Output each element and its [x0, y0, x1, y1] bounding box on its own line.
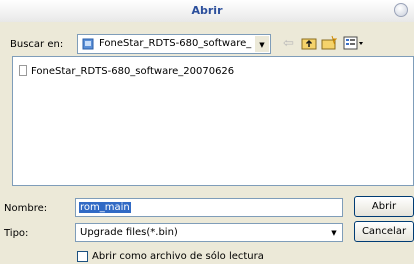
folder-icon — [19, 65, 27, 76]
title-bar[interactable]: Abrir — [0, 0, 414, 22]
folder-icon — [82, 38, 94, 50]
cancel-button[interactable]: Cancelar — [354, 221, 414, 242]
close-icon[interactable] — [394, 3, 408, 17]
arrow-left-icon[interactable]: ⇦ — [283, 36, 294, 52]
open-dialog: Abrir Buscar en: FoneStar_RDTS-680_softw… — [0, 0, 414, 264]
filetype-select[interactable]: Upgrade files(*.bin) ▼ — [75, 223, 343, 242]
window-title: Abrir — [191, 4, 223, 17]
filetype-value: Upgrade files(*.bin) — [80, 227, 178, 238]
readonly-checkbox[interactable] — [77, 251, 88, 262]
list-item[interactable]: FoneStar_RDTS-680_software_20070626 — [19, 65, 234, 77]
filename-input[interactable]: rom_main — [75, 198, 343, 217]
look-in-combo[interactable]: FoneStar_RDTS-680_software_20( ▼ — [77, 34, 271, 54]
look-in-label: Buscar en: — [10, 39, 64, 50]
readonly-label: Abrir como archivo de sólo lectura — [92, 251, 264, 262]
open-button[interactable]: Abrir — [354, 196, 414, 217]
new-folder-icon[interactable] — [321, 35, 338, 56]
filetype-label: Tipo: — [4, 228, 29, 239]
look-in-value: FoneStar_RDTS-680_software_20( — [99, 38, 252, 49]
filename-value: rom_main — [79, 202, 131, 213]
chevron-down-icon[interactable]: ▼ — [255, 36, 269, 52]
folder-up-icon[interactable] — [301, 35, 317, 56]
chevron-down-icon[interactable]: ▼ — [327, 225, 341, 240]
file-name: FoneStar_RDTS-680_software_20070626 — [31, 66, 235, 77]
file-list[interactable]: FoneStar_RDTS-680_software_20070626 — [12, 56, 414, 186]
view-menu-icon[interactable] — [343, 35, 365, 56]
filename-label: Nombre: — [4, 203, 48, 214]
